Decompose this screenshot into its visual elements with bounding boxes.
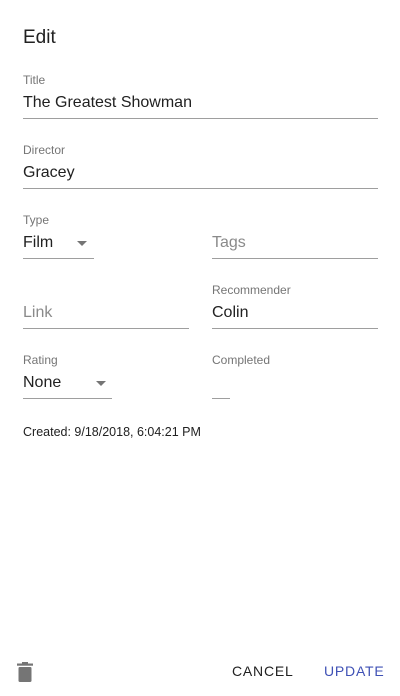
link-underline [23, 328, 189, 329]
director-field[interactable]: Director Gracey [23, 143, 378, 190]
dialog-title: Edit [23, 27, 56, 48]
type-value[interactable]: Film [23, 234, 53, 252]
cancel-button[interactable]: CANCEL [232, 663, 294, 679]
link-input[interactable]: Link [23, 304, 52, 322]
rating-underline [23, 398, 112, 399]
title-field[interactable]: Title The Greatest Showman [23, 73, 378, 120]
completed-field[interactable]: Completed [212, 353, 270, 400]
tags-input[interactable]: Tags [212, 234, 246, 252]
recommender-label: Recommender [212, 283, 291, 297]
recommender-field[interactable]: Recommender Colin [212, 283, 378, 330]
recommender-underline [212, 328, 378, 329]
rating-select[interactable]: Rating None [23, 353, 112, 400]
update-button[interactable]: UPDATE [324, 663, 385, 679]
title-input[interactable]: The Greatest Showman [23, 94, 192, 112]
chevron-down-icon[interactable] [96, 381, 106, 386]
completed-label: Completed [212, 353, 271, 367]
chevron-down-icon[interactable] [77, 241, 87, 246]
title-label: Title [23, 73, 46, 87]
dialog-actions: CANCEL UPDATE [0, 650, 400, 690]
director-label: Director [23, 143, 66, 157]
type-underline [23, 258, 94, 259]
director-underline [23, 188, 378, 189]
rating-value[interactable]: None [23, 374, 61, 392]
type-select[interactable]: Type Film [23, 213, 94, 260]
tags-field[interactable]: Tags [212, 213, 378, 260]
tags-underline [212, 258, 378, 259]
completed-underline [212, 398, 230, 399]
link-field[interactable]: Link [23, 283, 189, 330]
recommender-input[interactable]: Colin [212, 304, 248, 322]
rating-label: Rating [23, 353, 58, 367]
type-label: Type [23, 213, 50, 227]
created-timestamp: Created: 9/18/2018, 6:04:21 PM [23, 425, 201, 439]
trash-icon[interactable] [17, 662, 33, 682]
title-underline [23, 118, 378, 119]
director-input[interactable]: Gracey [23, 164, 75, 182]
edit-dialog: Edit Title The Greatest Showman Director… [0, 0, 400, 696]
